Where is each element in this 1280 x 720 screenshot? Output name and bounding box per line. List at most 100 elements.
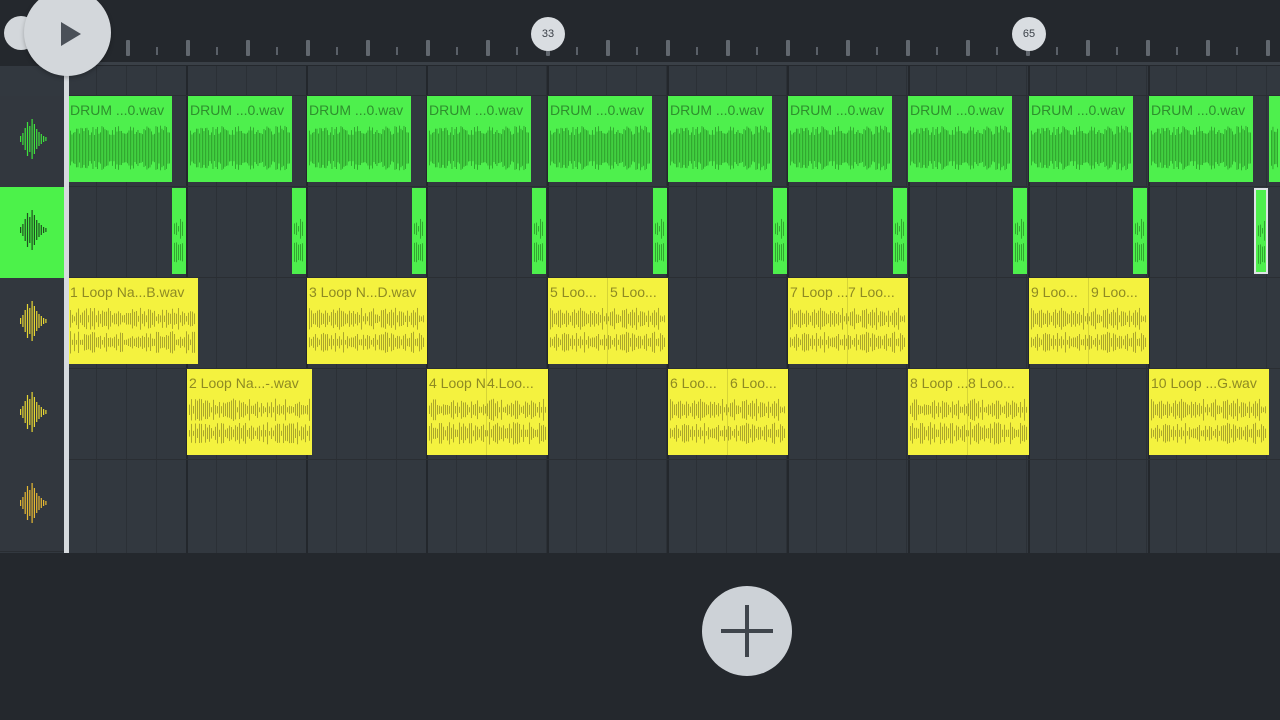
audio-clip-short[interactable] — [893, 188, 907, 274]
ruler-tick — [216, 47, 218, 55]
track-header-3[interactable] — [0, 278, 66, 370]
audio-clip[interactable]: DRUM ...0.wav — [668, 96, 772, 182]
bar-marker-33[interactable]: 33 — [531, 17, 565, 51]
clip-label: 10 Loop ...G.wav — [1151, 375, 1257, 391]
audio-clip[interactable]: 1 Loop Na...B.wav — [68, 278, 198, 364]
grid-line — [1266, 66, 1267, 553]
ruler-tick — [336, 47, 338, 55]
audio-clip[interactable]: DRUM ...0.wav — [307, 96, 411, 182]
audio-clip[interactable]: 5 Loo... 5 Loo... — [548, 278, 668, 364]
play-icon — [60, 21, 81, 46]
track-header-5[interactable] — [0, 460, 66, 552]
track-row — [66, 277, 1280, 278]
audio-clip[interactable]: DRUM ...0.wav — [908, 96, 1012, 182]
audio-clip-short[interactable] — [172, 188, 186, 274]
grid-line — [1026, 66, 1027, 553]
ruler-tick — [756, 47, 758, 55]
audio-clip-short[interactable] — [532, 188, 546, 274]
audio-clip[interactable]: DRUM ...0.wav — [1149, 96, 1253, 182]
bar-marker-label: 33 — [541, 28, 555, 40]
ruler-tick — [606, 40, 610, 56]
track-header-2[interactable] — [0, 187, 66, 279]
clip-label: 4.Loo... — [487, 375, 534, 391]
ruler-tick — [1266, 40, 1270, 56]
audio-clip[interactable]: 10 Loop ...G.wav — [1149, 369, 1269, 455]
clip-divider — [847, 278, 848, 364]
ruler-tick — [966, 40, 970, 56]
ruler-tick — [1086, 40, 1090, 56]
add-track-button[interactable] — [702, 586, 792, 676]
track-row — [66, 186, 1280, 187]
ruler-tick — [516, 47, 518, 55]
playlist-grid[interactable]: DRUM ...0.wav DRUM ...0.wav DRUM ...0.wav D… — [66, 66, 1280, 553]
clip-label: DRUM ...0.wav — [429, 102, 524, 118]
audio-clip[interactable]: 2 Loop Na...-.wav — [187, 369, 312, 455]
audio-clip-short[interactable] — [773, 188, 787, 274]
ruler-tick — [936, 47, 938, 55]
clip-label: 8 Loo... — [968, 375, 1015, 391]
track-row — [66, 95, 1280, 96]
clip-label: DRUM ...0.wav — [550, 102, 645, 118]
plus-icon-vertical — [745, 605, 749, 657]
audio-clip[interactable]: DRUM ...0.wav — [1029, 96, 1133, 182]
clip-label: DRUM ...0.wav — [190, 102, 285, 118]
playhead[interactable] — [64, 60, 69, 553]
clip-label: DRUM ...0.wav — [910, 102, 1005, 118]
clip-label: 6 Loo... — [730, 375, 777, 391]
ruler-tick — [1146, 40, 1150, 56]
ruler-tick — [666, 40, 670, 56]
waveform-icon — [18, 390, 48, 439]
track-header-4[interactable] — [0, 369, 66, 461]
clip-label: 4 Loop N — [429, 375, 486, 391]
clip-label: DRUM ...0.wav — [70, 102, 165, 118]
waveform-icon — [18, 117, 48, 166]
ruler-tick — [726, 40, 730, 56]
clip-divider — [486, 369, 487, 455]
ruler-tick — [906, 40, 910, 56]
ruler-tick — [1206, 40, 1210, 56]
ruler-tick — [426, 40, 430, 56]
ruler-tick — [996, 47, 998, 55]
audio-clip-short[interactable] — [653, 188, 667, 274]
ruler-tick — [486, 40, 490, 56]
clip-label: 9 Loo... — [1031, 284, 1078, 300]
clip-label: 1 Loop Na...B.wav — [70, 284, 185, 300]
ruler-tick — [246, 40, 250, 56]
ruler-tick — [1176, 47, 1178, 55]
clip-label: 5 Loo... — [550, 284, 597, 300]
playlist-screen: 33 65 DRUM ...0.wav DRUM ...0.wav DRUM ...… — [0, 0, 1280, 720]
audio-clip[interactable] — [1269, 96, 1280, 182]
audio-clip[interactable]: DRUM ...0.wav — [68, 96, 172, 182]
ruler-tick — [396, 47, 398, 55]
clip-divider — [967, 369, 968, 455]
clip-label: 5 Loo... — [610, 284, 657, 300]
ruler-tick — [876, 47, 878, 55]
ruler-tick — [1236, 47, 1238, 55]
ruler-tick — [1056, 47, 1058, 55]
audio-clip[interactable]: 8 Loop ... 8 Loo... — [908, 369, 1029, 455]
bar-marker-65[interactable]: 65 — [1012, 17, 1046, 51]
clip-label: 7 Loop ... — [790, 284, 849, 300]
audio-clip[interactable]: 4 Loop N 4.Loo... — [427, 369, 548, 455]
audio-clip[interactable]: DRUM ...0.wav — [548, 96, 652, 182]
audio-clip[interactable]: 3 Loop N...D.wav — [307, 278, 427, 364]
audio-clip[interactable]: 9 Loo... 9 Loo... — [1029, 278, 1149, 364]
audio-clip-short[interactable] — [412, 188, 426, 274]
audio-clip-short[interactable] — [1133, 188, 1147, 274]
audio-clip[interactable]: 6 Loo... 6 Loo... — [668, 369, 788, 455]
ruler-tick — [276, 47, 278, 55]
audio-clip[interactable]: DRUM ...0.wav — [427, 96, 531, 182]
audio-clip-short[interactable] — [1013, 188, 1027, 274]
audio-clip[interactable]: DRUM ...0.wav — [788, 96, 892, 182]
audio-clip[interactable]: 7 Loop ... 7 Loo... — [788, 278, 908, 364]
ruler-tick — [696, 47, 698, 55]
ruler-tick — [576, 47, 578, 55]
clip-label: DRUM ...0.wav — [790, 102, 885, 118]
audio-clip-selected[interactable] — [1254, 188, 1268, 274]
audio-clip-short[interactable] — [292, 188, 306, 274]
timeline-ruler[interactable]: 33 65 — [0, 0, 1280, 66]
track-header-1[interactable] — [0, 96, 66, 188]
clip-label: DRUM ...0.wav — [1151, 102, 1246, 118]
audio-clip[interactable]: DRUM ...0.wav — [188, 96, 292, 182]
track-row — [66, 459, 1280, 460]
